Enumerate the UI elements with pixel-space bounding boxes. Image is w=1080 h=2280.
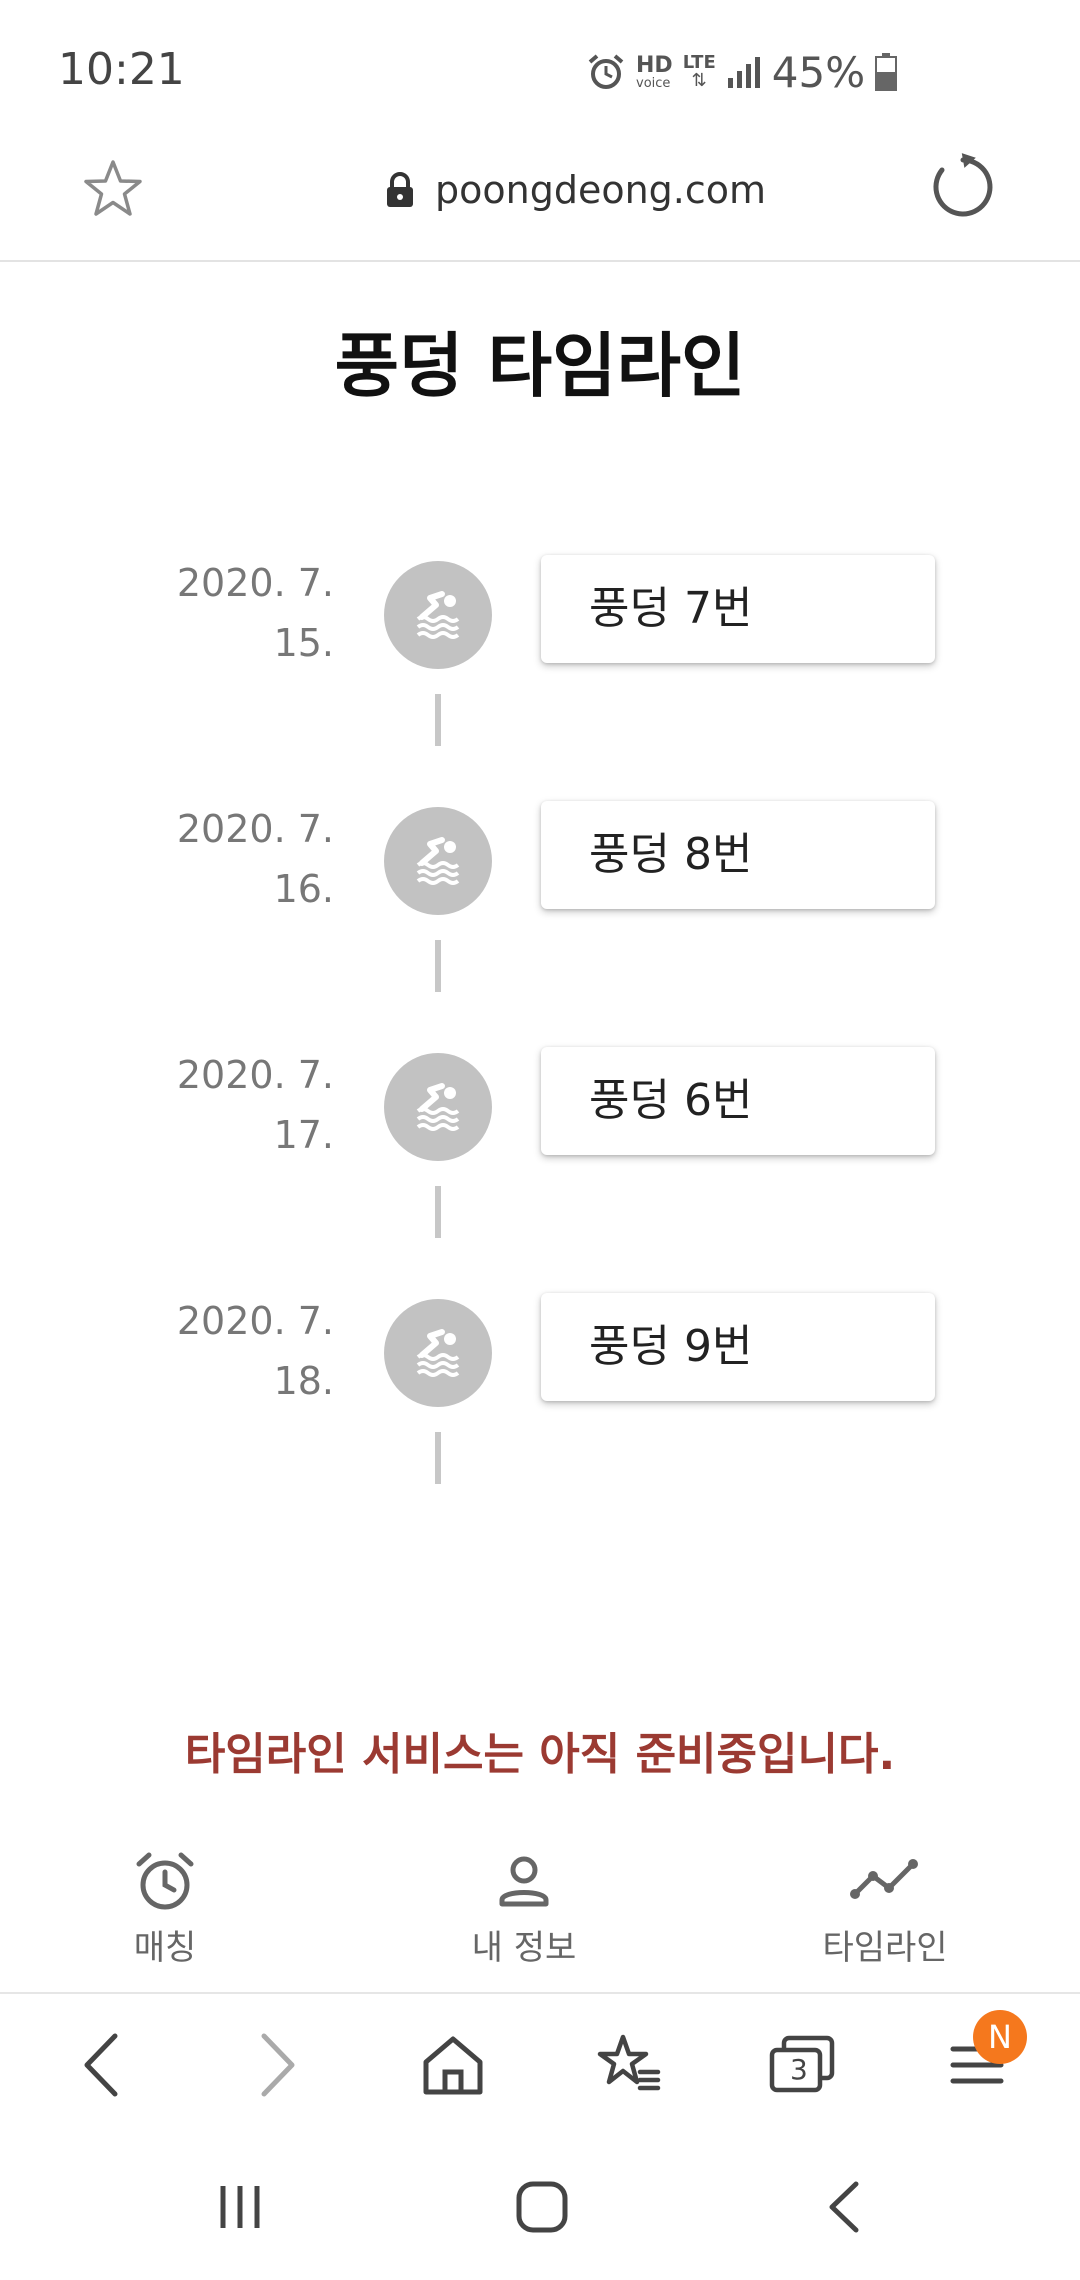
swimming-icon: [416, 591, 460, 639]
forward-button[interactable]: [232, 2020, 322, 2110]
timeline-card-label: 풍덩 6번: [589, 1075, 753, 1126]
hd-voice-indicator: HD voice: [636, 52, 673, 91]
timeline-dot: [384, 807, 492, 915]
timeline-dot: [384, 1053, 492, 1161]
bookmark-star-icon[interactable]: [82, 158, 144, 220]
timeline-connector: [435, 1432, 441, 1484]
swimming-icon: [416, 1329, 460, 1377]
signal-icon: [727, 57, 760, 88]
timeline-card[interactable]: 풍덩 9번: [541, 1293, 935, 1401]
bookmarks-button[interactable]: [584, 2020, 674, 2110]
status-icons: HD voice LTE ⇅ 45%: [586, 44, 898, 100]
recent-apps-icon[interactable]: [215, 2182, 265, 2232]
chevron-right-icon: [261, 2033, 295, 2097]
nav-timeline[interactable]: 타임라인: [765, 1850, 1005, 1969]
person-icon: [499, 1856, 549, 1907]
timeline-date: 2020. 7. 17.: [54, 1045, 334, 1165]
reload-icon[interactable]: [928, 152, 998, 222]
hd-label: HD: [636, 52, 673, 78]
timeline-card-label: 풍덩 9번: [589, 1321, 753, 1372]
timeline-card-label: 풍덩 8번: [589, 829, 753, 880]
alarm-icon: [588, 54, 624, 89]
swimming-icon: [416, 1083, 460, 1131]
date-line-1: 2020. 7.: [176, 807, 334, 851]
battery-icon: [875, 53, 898, 91]
page-title: 풍덩 타임라인: [334, 325, 746, 407]
timeline-card[interactable]: 풍덩 8번: [541, 801, 935, 909]
tabs-count: 3: [790, 2053, 808, 2086]
nav-my-info-label: 내 정보: [471, 1928, 577, 1968]
alarm-clock-icon: [136, 1852, 194, 1910]
timeline-date: 2020. 7. 18.: [54, 1291, 334, 1411]
date-line-2: 16.: [273, 867, 334, 911]
nav-matching-label: 매칭: [133, 1928, 197, 1968]
status-time: 10:21: [58, 44, 185, 95]
chevron-left-icon: [84, 2033, 118, 2097]
voice-label: voice: [636, 75, 671, 91]
divider: [0, 1992, 1080, 1994]
nav-matching[interactable]: 매칭: [45, 1850, 285, 1969]
lte-indicator: LTE ⇅: [683, 54, 716, 90]
timeline-card[interactable]: 풍덩 6번: [541, 1047, 935, 1155]
url-text[interactable]: poongdeong.com: [435, 168, 766, 212]
tabs-button[interactable]: 3: [757, 2020, 847, 2110]
service-notice: 타임라인 서비스는 아직 준비중입니다.: [184, 1729, 896, 1780]
data-arrows-icon: ⇅: [691, 70, 707, 91]
timeline-dot: [384, 1299, 492, 1407]
timeline-card-label: 풍덩 7번: [589, 583, 753, 634]
home-icon: [423, 2036, 483, 2095]
lock-icon: [387, 172, 413, 207]
timeline-dot: [384, 561, 492, 669]
back-system-icon[interactable]: [824, 2180, 864, 2234]
date-line-2: 18.: [273, 1359, 334, 1403]
battery-percent: 45%: [771, 47, 866, 97]
nav-timeline-label: 타임라인: [822, 1928, 948, 1968]
timeline-date: 2020. 7. 15.: [54, 553, 334, 673]
date-line-1: 2020. 7.: [176, 1053, 334, 1097]
trend-line-icon: [850, 1859, 918, 1899]
date-line-2: 17.: [273, 1113, 334, 1157]
timeline-connector: [435, 1186, 441, 1238]
nav-my-info[interactable]: 내 정보: [404, 1850, 644, 1969]
date-line-1: 2020. 7.: [176, 561, 334, 605]
home-button[interactable]: [408, 2020, 498, 2110]
swimming-icon: [416, 837, 460, 885]
star-list-icon: [597, 2034, 661, 2091]
timeline-connector: [435, 694, 441, 746]
home-system-icon[interactable]: [515, 2180, 569, 2234]
date-line-2: 15.: [273, 621, 334, 665]
notification-badge: N: [973, 2010, 1027, 2064]
timeline-card[interactable]: 풍덩 7번: [541, 555, 935, 663]
timeline-connector: [435, 940, 441, 992]
back-button[interactable]: [57, 2020, 147, 2110]
timeline-date: 2020. 7. 16.: [54, 799, 334, 919]
date-line-1: 2020. 7.: [176, 1299, 334, 1343]
